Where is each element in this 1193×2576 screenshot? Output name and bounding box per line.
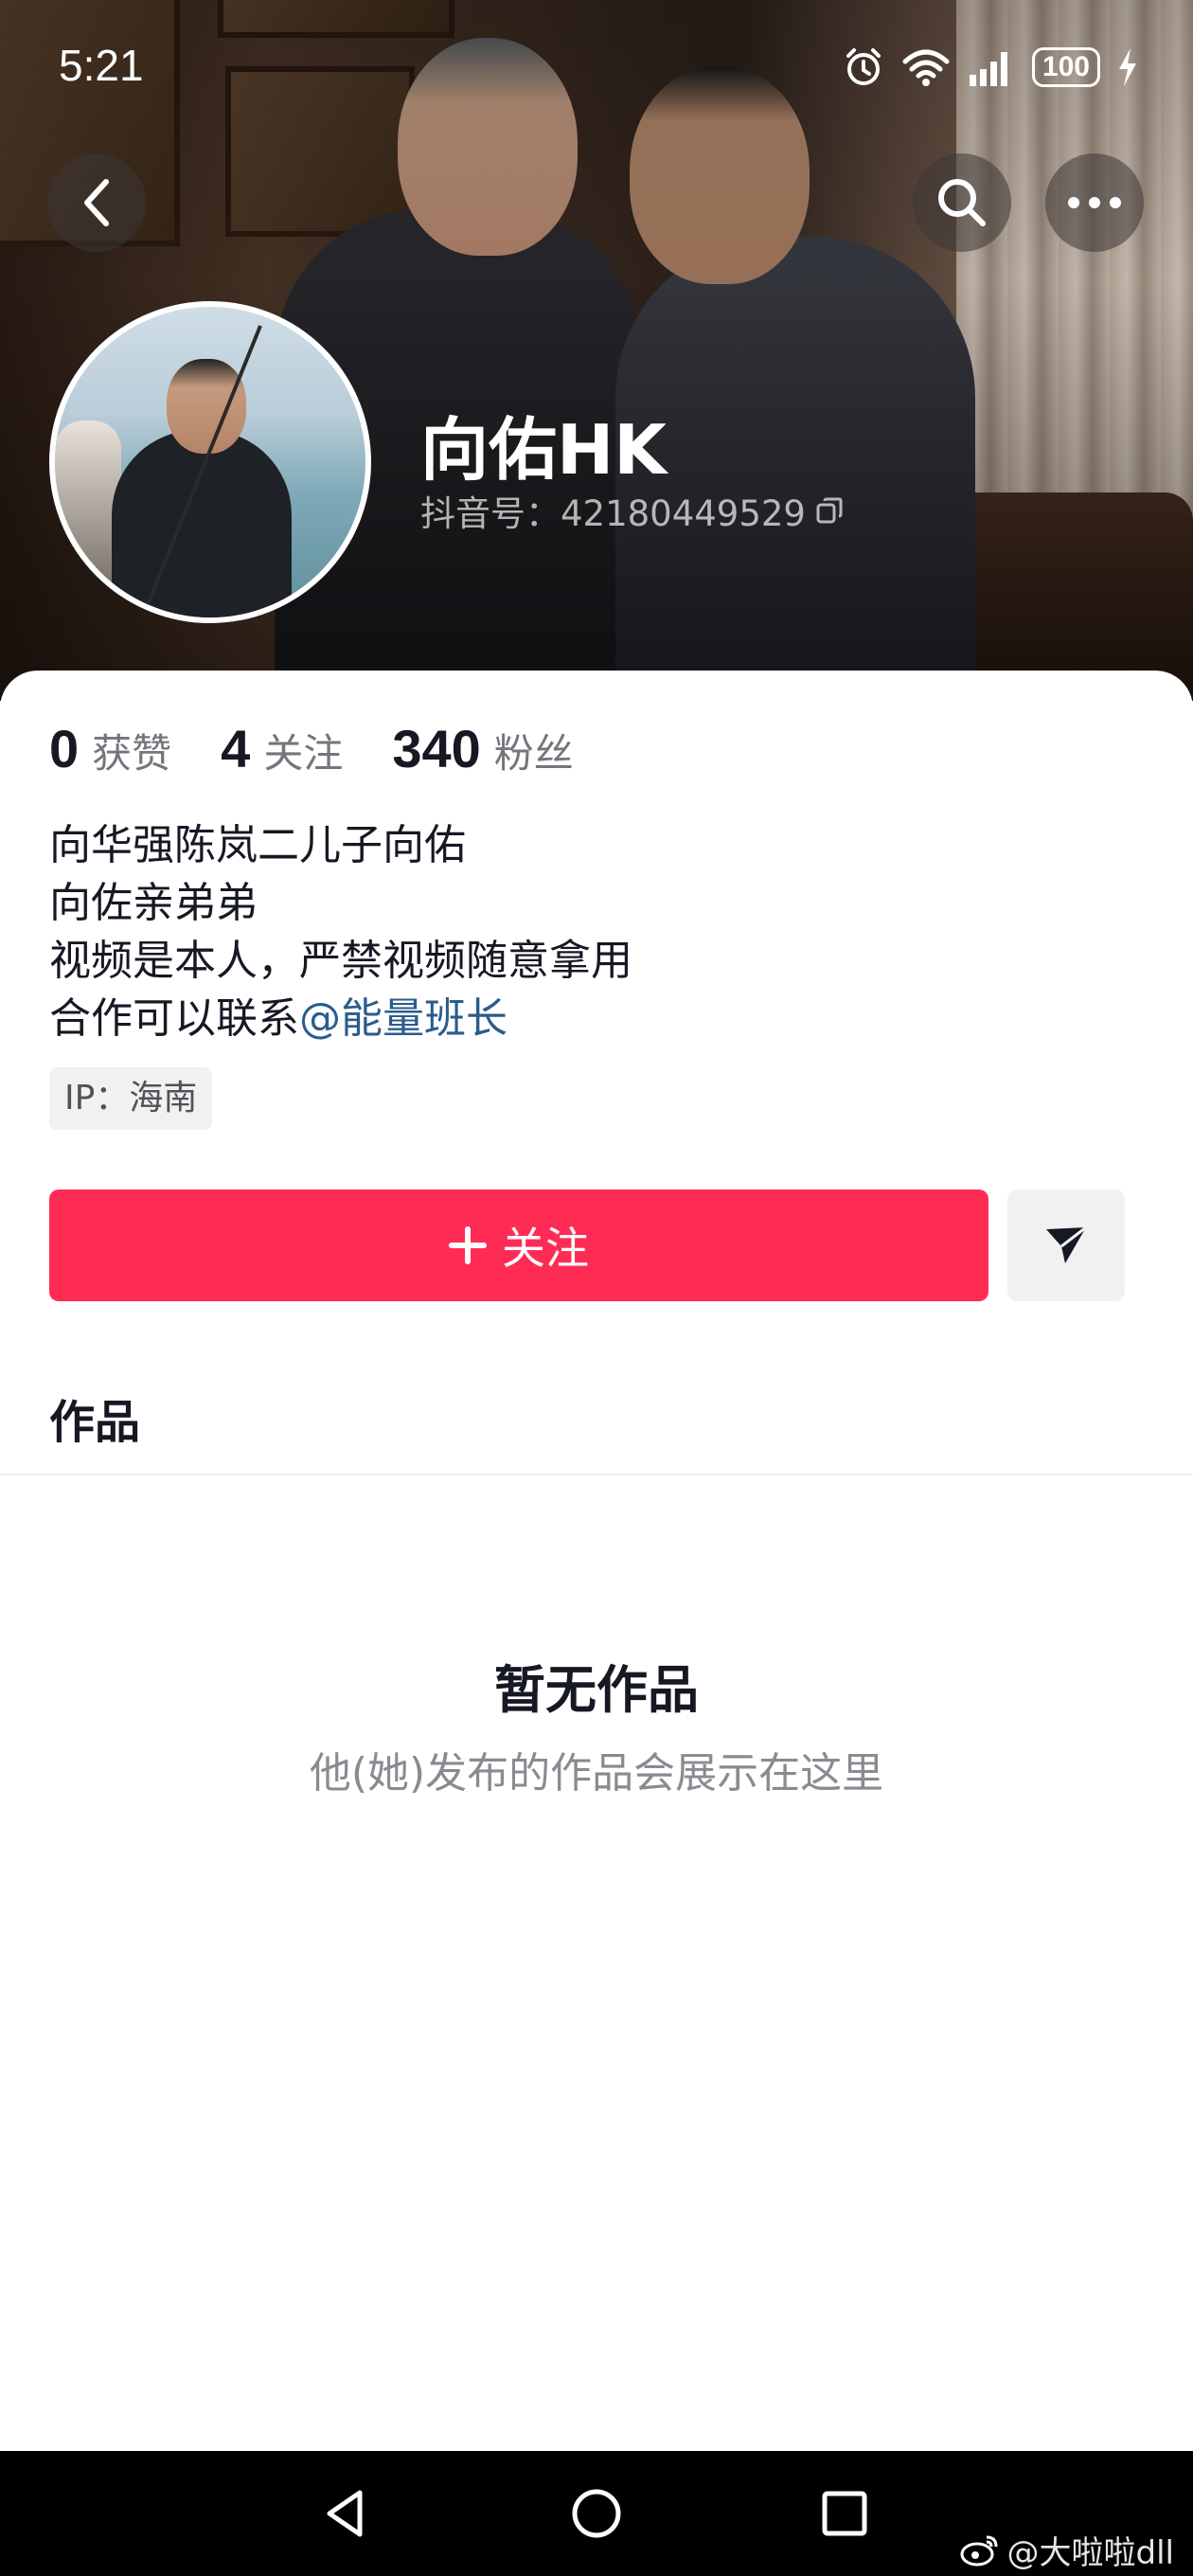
empty-state-title: 暂无作品 [494, 1660, 699, 1720]
follow-button[interactable]: 关注 [49, 1190, 988, 1301]
bio-line: 向华强陈岚二儿子向佑 [49, 821, 466, 869]
plus-icon [449, 1226, 487, 1264]
nav-home-icon [572, 2489, 621, 2538]
copy-icon[interactable] [815, 496, 844, 525]
stat-likes[interactable]: 0 获赞 [49, 718, 171, 779]
stat-following-value: 4 [221, 719, 251, 778]
bio-line: 向佐亲弟弟 [49, 879, 258, 927]
bio-text: 合作可以联系 [49, 994, 299, 1043]
alarm-icon [846, 48, 881, 85]
nav-recent-icon [822, 2491, 867, 2536]
douyin-id[interactable]: 抖音号：42180449529 [420, 485, 844, 536]
douyin-id-text: 抖音号：42180449529 [420, 493, 806, 534]
status-time: 5:21 [59, 41, 144, 90]
back-button[interactable] [47, 153, 146, 252]
charging-icon [1119, 48, 1136, 86]
watermark-text: @大啦啦dll [1006, 2534, 1174, 2572]
send-icon [1046, 1225, 1087, 1263]
nav-back-button[interactable] [305, 2472, 388, 2555]
profile-name: 向佑HK [420, 410, 668, 490]
profile-bio: 向华强陈岚二儿子向佑 向佐亲弟弟 视频是本人，严禁视频随意拿用 合作可以联系@能… [49, 816, 632, 1047]
ip-location-tag: IP：海南 [49, 1067, 213, 1130]
stat-followers-value: 340 [392, 719, 481, 778]
stat-following-label: 关注 [263, 730, 344, 777]
back-arrow-icon [84, 179, 109, 226]
search-icon [938, 179, 986, 226]
tab-works[interactable]: 作品 [49, 1385, 140, 1451]
mention-link[interactable]: @能量班长 [299, 994, 507, 1043]
nav-home-button[interactable] [555, 2472, 638, 2555]
nav-recent-button[interactable] [803, 2472, 886, 2555]
follow-button-label: 关注 [502, 1223, 589, 1274]
divider [0, 1474, 1193, 1476]
bio-line: 视频是本人，严禁视频随意拿用 [49, 937, 632, 985]
status-icons: 100 [843, 44, 1138, 91]
profile-stats: 0 获赞 4 关注 340 粉丝 [49, 718, 574, 779]
weibo-logo-icon [960, 2535, 998, 2566]
battery-icon: 100 [1031, 47, 1100, 87]
stat-followers-label: 粉丝 [493, 730, 574, 777]
nav-back-icon [327, 2490, 363, 2537]
stat-likes-label: 获赞 [92, 730, 172, 777]
stat-likes-value: 0 [49, 719, 80, 778]
avatar[interactable] [49, 301, 371, 623]
more-button[interactable] [1045, 153, 1144, 252]
stat-following[interactable]: 4 关注 [221, 718, 343, 779]
search-button[interactable] [913, 153, 1011, 252]
more-icon [1068, 197, 1121, 208]
stat-followers[interactable]: 340 粉丝 [392, 718, 573, 779]
send-message-button[interactable] [1007, 1190, 1125, 1301]
wifi-icon [902, 49, 950, 86]
signal-icon [969, 52, 1007, 86]
status-bar: 5:21 100 [0, 0, 1193, 133]
bio-line: 合作可以联系@能量班长 [49, 990, 632, 1047]
empty-state-subtitle: 他(她)发布的作品会展示在这里 [309, 1749, 884, 1798]
watermark: @大啦啦dll [960, 2527, 1174, 2573]
